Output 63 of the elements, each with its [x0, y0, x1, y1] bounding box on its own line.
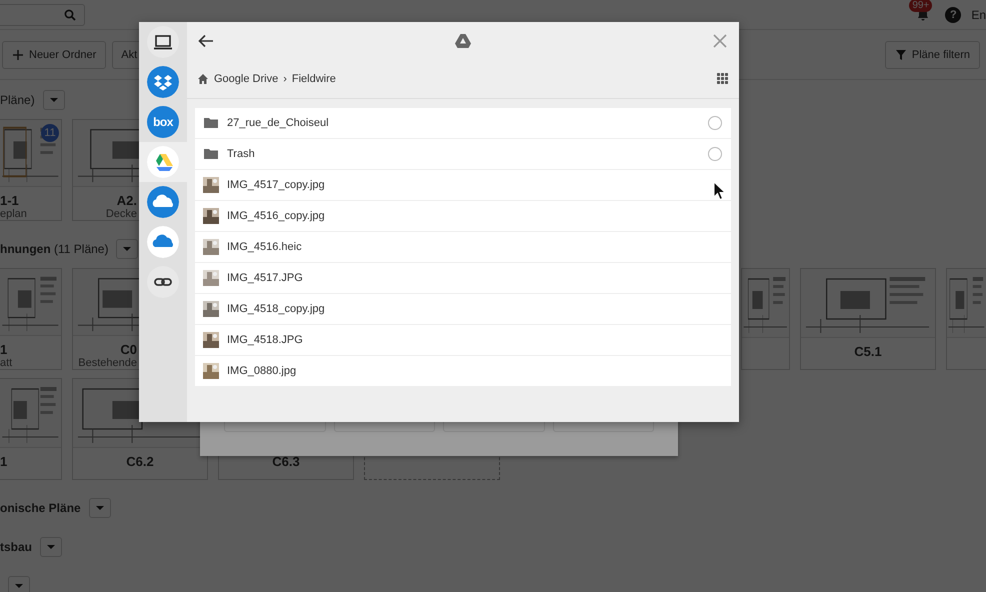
plan-number: 1: [0, 454, 8, 469]
section-title: onische Pläne: [0, 501, 81, 515]
section-title: tsbau: [0, 540, 32, 554]
plan-name: Bestehende: [78, 357, 137, 369]
section-title: hnungen: [0, 242, 51, 256]
funnel-icon: [894, 48, 907, 60]
file-row[interactable]: Trash: [195, 139, 731, 169]
plan-number: A2.: [116, 193, 137, 208]
file-row[interactable]: 27_rue_de_Choiseul: [195, 108, 731, 138]
file-row[interactable]: IMG_4518.JPG: [195, 325, 731, 355]
notification-badge: 99+: [909, 0, 932, 12]
plan-count: (11 Pläne): [54, 242, 108, 256]
plus-icon: [12, 48, 24, 60]
folder-icon: [203, 146, 219, 162]
plan-name: eplan: [0, 208, 27, 220]
plan-number: 1: [0, 342, 8, 357]
breadcrumb-link[interactable]: Fieldwire: [292, 73, 336, 85]
radio-button[interactable]: [708, 147, 722, 161]
laptop-icon: [147, 26, 179, 58]
breadcrumb-link[interactable]: Google Drive: [214, 73, 278, 85]
plan-number: C6.2: [126, 454, 154, 469]
plan-count: Pläne): [0, 93, 35, 107]
dropbox-icon: [147, 66, 179, 98]
file-name: IMG_4518_copy.jpg: [227, 303, 326, 315]
file-row[interactable]: IMG_4516_copy.jpg: [195, 201, 731, 231]
plan-number: C6.3: [272, 454, 300, 469]
breadcrumb-separator: ›: [283, 73, 287, 85]
file-name: IMG_4516_copy.jpg: [227, 210, 326, 222]
file-row[interactable]: IMG_4516.heic: [195, 232, 731, 262]
search-icon: [64, 8, 76, 20]
file-name: IMG_4516.heic: [227, 241, 303, 253]
folder-icon: [203, 115, 219, 131]
plan-number: 1-1: [0, 193, 19, 208]
dropdown-toggle[interactable]: [88, 498, 111, 518]
dropdown-toggle[interactable]: [8, 576, 30, 592]
plan-name: att: [0, 357, 12, 369]
plan-name: Decke: [106, 208, 137, 220]
plan-card[interactable]: [741, 268, 790, 370]
radio-button[interactable]: [708, 116, 722, 130]
file-row[interactable]: IMG_4517.JPG: [195, 263, 731, 293]
close-icon[interactable]: [711, 32, 729, 50]
plan-number: C5.1: [854, 344, 882, 359]
file-name: Trash: [227, 148, 256, 160]
plan-number: C0: [120, 342, 137, 357]
home-icon[interactable]: [197, 73, 209, 85]
file-row[interactable]: IMG_4517_copy.jpg: [195, 170, 731, 200]
drive-icon: [454, 32, 472, 50]
grid-icon[interactable]: [717, 73, 729, 85]
file-name: 27_rue_de_Choiseul: [227, 117, 330, 129]
dropdown-toggle[interactable]: [42, 90, 65, 110]
file-name: IMG_4518.JPG: [227, 334, 304, 346]
file-name: IMG_4517.JPG: [227, 272, 304, 284]
cloud-icon: [147, 186, 179, 218]
file-name: IMG_0880.jpg: [227, 365, 298, 377]
dropdown-toggle[interactable]: [116, 239, 138, 259]
dropdown-toggle[interactable]: [40, 537, 62, 557]
cursor-icon: [713, 181, 726, 201]
search-field[interactable]: [0, 4, 85, 26]
plan-card[interactable]: [946, 268, 986, 370]
cloud-icon: [147, 226, 179, 258]
file-name: IMG_4517_copy.jpg: [227, 179, 326, 191]
file-row[interactable]: IMG_4518_copy.jpg: [195, 294, 731, 324]
back-icon[interactable]: [197, 32, 215, 50]
